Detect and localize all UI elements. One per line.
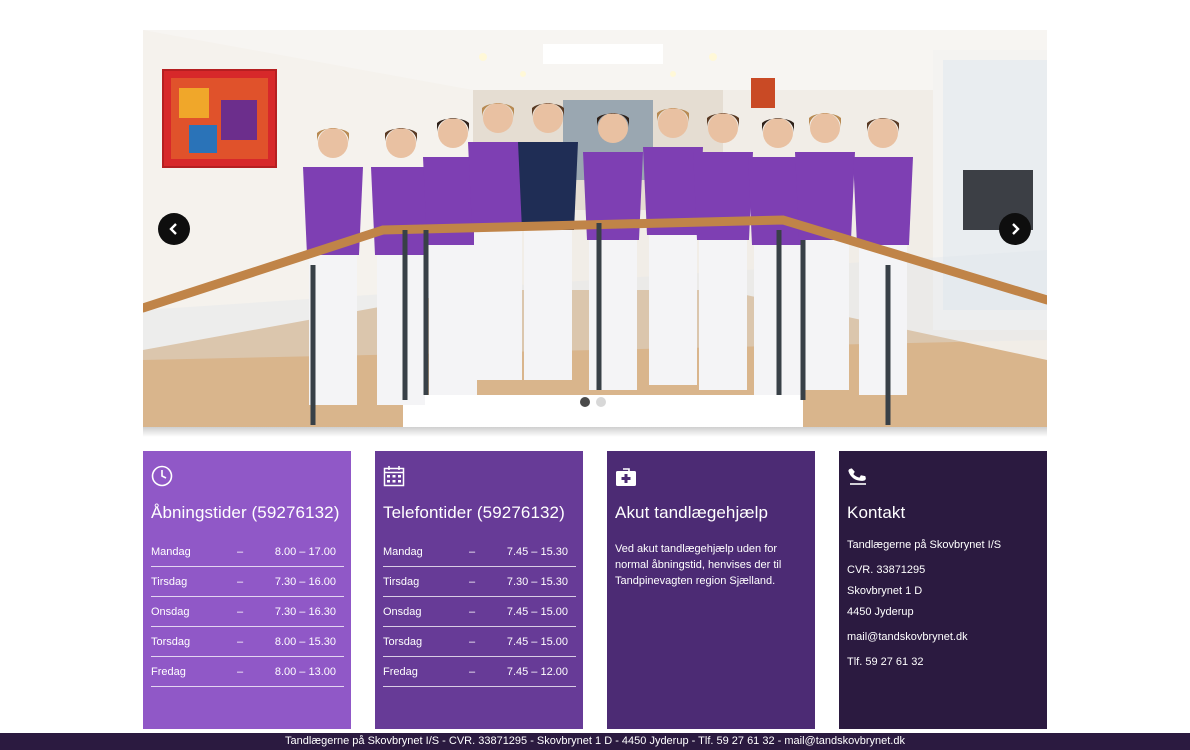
separator: –: [236, 575, 244, 588]
company-name: Tandlægerne på Skovbrynet I/S: [847, 539, 1002, 551]
team-photo: [143, 30, 1047, 427]
first-aid-kit-icon: [616, 468, 636, 486]
table-row: Fredag – 8.00 – 13.00: [151, 657, 344, 687]
contact-details: Tandlægerne på Skovbrynet I/S CVR. 33871…: [847, 539, 1039, 677]
time-range: 7.45 – 15.00: [506, 635, 568, 648]
separator: –: [468, 635, 476, 648]
footer: Tandlægerne på Skovbrynet I/S - CVR. 338…: [0, 733, 1190, 750]
opening-hours-table: Mandag – 8.00 – 17.00 Tirsdag – 7.30 – 16.00…: [151, 537, 344, 687]
table-row: Onsdag – 7.45 – 15.00: [383, 597, 576, 627]
day-label: Torsdag: [383, 635, 423, 648]
chevron-left-icon: [169, 223, 177, 235]
phone-number[interactable]: Tlf. 59 27 61 32: [847, 656, 1039, 677]
table-row: Mandag – 8.00 – 17.00: [151, 537, 344, 567]
phone-icon: [848, 468, 866, 485]
staff-figure: [518, 103, 578, 380]
phone-hours-table: Mandag – 7.45 – 15.30 Tirsdag – 7.30 – 15.30…: [383, 537, 576, 687]
table-row: Tirsdag – 7.30 – 15.30: [383, 567, 576, 597]
hero-slider: [143, 30, 1047, 427]
separator: –: [236, 545, 244, 558]
separator: –: [468, 665, 476, 678]
day-label: Tirsdag: [151, 575, 188, 588]
contact-box: Kontakt Tandlægerne på Skovbrynet I/S CV…: [839, 451, 1047, 729]
time-range: 7.45 – 12.00: [506, 665, 568, 678]
separator: –: [236, 605, 244, 618]
staff-figure: [371, 128, 431, 405]
day-label: Onsdag: [151, 605, 190, 618]
time-range: 7.30 – 15.30: [506, 575, 568, 588]
phone-hours-title: Telefontider (59276132): [383, 503, 565, 522]
separator: –: [236, 635, 244, 648]
phone-hours-box: Telefontider (59276132) Mandag – 7.45 – 15…: [375, 451, 583, 729]
staff-figure: [583, 113, 643, 390]
separator: –: [468, 575, 476, 588]
day-label: Tirsdag: [383, 575, 420, 588]
contact-title: Kontakt: [847, 503, 906, 522]
time-range: 8.00 – 13.00: [274, 665, 336, 678]
time-range: 7.30 – 16.30: [274, 605, 336, 618]
day-label: Fredag: [151, 665, 186, 678]
slider-prev-button[interactable]: [158, 213, 190, 245]
time-range: 7.30 – 16.00: [274, 575, 336, 588]
calendar-icon: [383, 466, 405, 487]
slider-shadow: [143, 427, 1047, 437]
emergency-box: Akut tandlægehjælp Ved akut tandlægehjæl…: [607, 451, 815, 729]
footer-text: Tandlægerne på Skovbrynet I/S - CVR. 338…: [285, 735, 905, 747]
chevron-right-icon: [1012, 223, 1020, 235]
time-range: 8.00 – 15.30: [274, 635, 336, 648]
opening-hours-title: Åbningstider (59276132): [151, 503, 340, 522]
opening-hours-box: Åbningstider (59276132) Mandag – 8.00 – 17…: [143, 451, 351, 729]
slider-dot-1[interactable]: [579, 396, 591, 408]
staff-figure: [643, 108, 703, 385]
street-address: Skovbrynet 1 D: [847, 585, 923, 597]
separator: –: [468, 545, 476, 558]
day-label: Fredag: [383, 665, 418, 678]
time-range: 7.45 – 15.00: [506, 605, 568, 618]
time-range: 8.00 – 17.00: [274, 545, 336, 558]
day-label: Onsdag: [383, 605, 422, 618]
table-row: Torsdag – 7.45 – 15.00: [383, 627, 576, 657]
clock-icon: [151, 465, 173, 487]
day-label: Torsdag: [151, 635, 191, 648]
day-label: Mandag: [151, 545, 191, 558]
separator: –: [236, 665, 244, 678]
day-label: Mandag: [383, 545, 423, 558]
table-row: Torsdag – 8.00 – 15.30: [151, 627, 344, 657]
email-link[interactable]: mail@tandskovbrynet.dk: [847, 631, 1039, 652]
time-range: 7.45 – 15.30: [506, 545, 568, 558]
emergency-title: Akut tandlægehjælp: [615, 503, 769, 522]
separator: –: [468, 605, 476, 618]
table-row: Fredag – 7.45 – 12.00: [383, 657, 576, 687]
slider-dots: [579, 396, 607, 408]
table-row: Tirsdag – 7.30 – 16.00: [151, 567, 344, 597]
city: 4450 Jyderup: [847, 606, 914, 618]
cvr-number: CVR. 33871295: [847, 564, 926, 576]
emergency-text: Ved akut tandlægehjælp uden for normal å…: [615, 543, 782, 587]
table-row: Mandag – 7.45 – 15.30: [383, 537, 576, 567]
table-row: Onsdag – 7.30 – 16.30: [151, 597, 344, 627]
slider-next-button[interactable]: [999, 213, 1031, 245]
slider-dot-2[interactable]: [595, 396, 607, 408]
